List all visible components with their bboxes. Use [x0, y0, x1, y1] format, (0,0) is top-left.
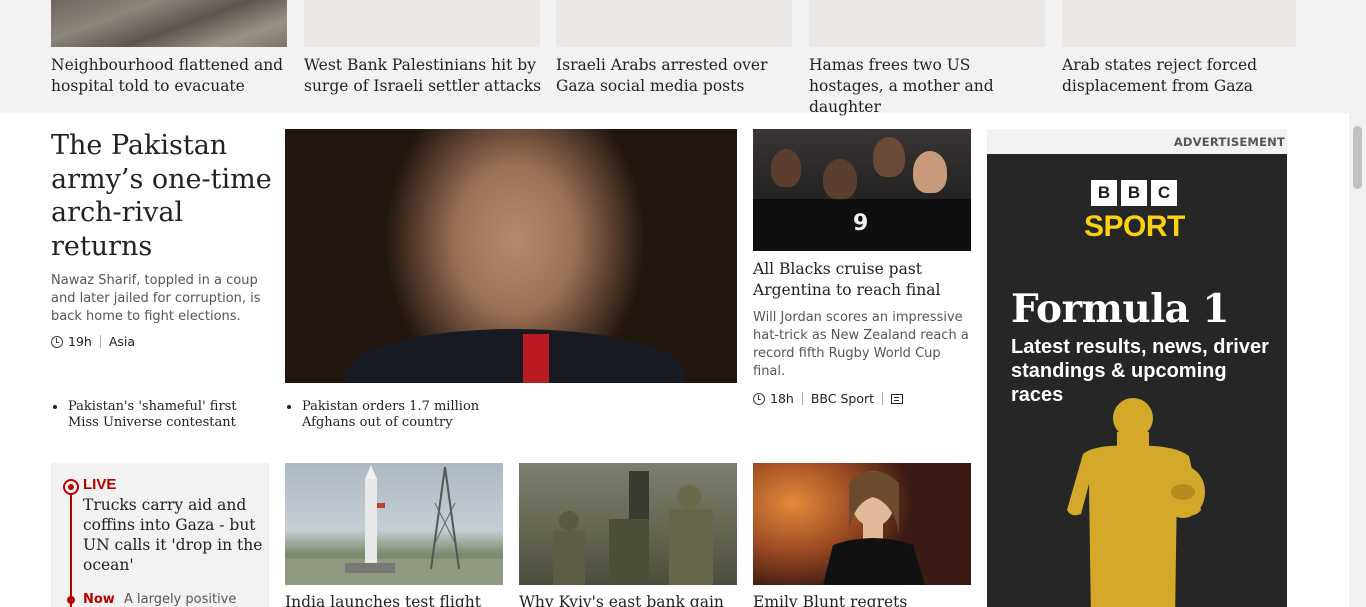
scrollbar-thumb[interactable]: [1353, 126, 1362, 189]
jersey-number: 9: [853, 211, 869, 236]
strip-image[interactable]: [556, 0, 792, 47]
update-text: A largely positive: [123, 592, 237, 607]
racing-driver-silhouette-icon: [1067, 398, 1205, 607]
bbc-logo-letter: B: [1121, 180, 1147, 206]
strip-image[interactable]: [304, 0, 540, 47]
sport-headline-link[interactable]: All Blacks cruise past Argentina to reac…: [753, 259, 963, 301]
comments-icon[interactable]: [891, 393, 904, 404]
strip-headline-link[interactable]: West Bank Palestinians hit by surge of I…: [304, 55, 544, 97]
strip-image[interactable]: [809, 0, 1045, 47]
strip-headline-link[interactable]: Arab states reject forced displacement f…: [1062, 55, 1282, 97]
lead-section-link[interactable]: Asia: [109, 334, 135, 349]
photo-player: [873, 137, 905, 177]
lead-meta: 19h Asia: [51, 334, 135, 349]
photo-player: [771, 149, 801, 187]
thumb-headline-link[interactable]: Why Kyiv's east bank gain: [519, 592, 737, 607]
live-indicator-icon: [63, 479, 79, 495]
meta-divider: [882, 392, 884, 405]
photo-suit: [345, 329, 685, 383]
strip-headline-link[interactable]: Neighbourhood flattened and hospital tol…: [51, 55, 291, 97]
soldiers-figures: [553, 471, 713, 585]
timeline-dot-icon: [67, 596, 75, 604]
bbc-sport-advert[interactable]: B B C SPORT Formula 1 Latest results, ne…: [987, 154, 1287, 607]
bbc-logo-letter: C: [1151, 180, 1177, 206]
related-link[interactable]: Pakistan orders 1.7 million Afghans out …: [285, 399, 505, 431]
strip-image[interactable]: [1062, 0, 1296, 47]
rocket-tower-icon: [285, 465, 503, 585]
now-label: Now: [83, 592, 115, 607]
live-headline-link[interactable]: Trucks carry aid and coffins into Gaza -…: [83, 495, 263, 575]
lead-photo-nawaz-sharif[interactable]: [285, 129, 737, 383]
lead-summary: Nawaz Sharif, toppled in a coup and late…: [51, 273, 261, 324]
thumb-headline-link[interactable]: Emily Blunt regrets: [753, 592, 971, 607]
meta-divider: [99, 335, 101, 348]
clock-icon: [51, 335, 63, 348]
sport-summary: Will Jordan scores an impressive hat-tri…: [753, 310, 969, 379]
ad-headline: Formula 1: [1011, 286, 1230, 332]
live-latest-update: Now A largely positive: [83, 592, 236, 607]
live-timeline: [70, 485, 72, 607]
advertisement-label: ADVERTISEMENT: [987, 129, 1287, 154]
photo-player: [823, 159, 857, 199]
strip-headline-link[interactable]: Israeli Arabs arrested over Gaza social …: [556, 55, 796, 97]
lead-headline-link[interactable]: The Pakistan army’s one-time arch-rival …: [51, 129, 276, 263]
strip-image-gaza-rubble[interactable]: [51, 0, 287, 47]
ad-brand: SPORT: [1084, 210, 1185, 243]
bbc-logo-letter: B: [1091, 180, 1117, 206]
bbc-logo: B B C: [1091, 180, 1177, 206]
sport-timestamp: 18h: [770, 391, 794, 406]
photo-player: [913, 151, 947, 193]
emily-blunt-photo[interactable]: [753, 463, 971, 585]
live-label: LIVE: [83, 476, 117, 493]
live-coverage-card[interactable]: LIVE Trucks carry aid and coffins into G…: [51, 463, 269, 607]
meta-divider: [801, 392, 803, 405]
clock-icon: [753, 392, 765, 405]
rocket-launch-photo[interactable]: [285, 463, 503, 585]
sport-section-link[interactable]: BBC Sport: [811, 391, 874, 406]
strip-headline-link[interactable]: Hamas frees two US hostages, a mother an…: [809, 55, 1049, 118]
portrait-figure: [823, 471, 925, 585]
soldiers-photo[interactable]: [519, 463, 737, 585]
thumb-headline-link[interactable]: India launches test flight: [285, 592, 503, 607]
lead-timestamp: 19h: [68, 334, 92, 349]
top-story-strip: Neighbourhood flattened and hospital tol…: [0, 0, 1366, 116]
page-scrollbar[interactable]: [1349, 0, 1366, 607]
sport-meta: 18h BBC Sport: [753, 391, 904, 406]
photo-tie: [523, 334, 549, 383]
all-blacks-photo[interactable]: 9: [753, 129, 971, 251]
related-link[interactable]: Pakistan's 'shameful' first Miss Univers…: [51, 399, 271, 431]
